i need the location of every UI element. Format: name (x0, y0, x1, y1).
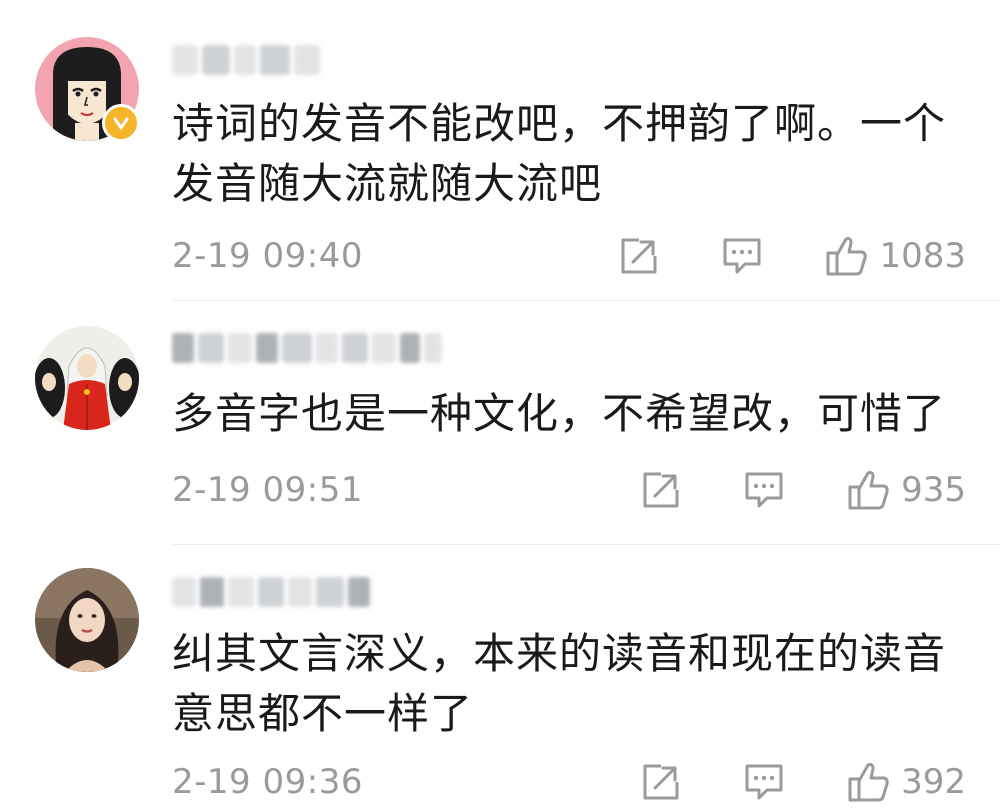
share-icon[interactable] (641, 762, 681, 802)
avatar[interactable] (35, 568, 139, 672)
woman-photo-avatar-icon (35, 568, 139, 672)
thumbs-up-icon[interactable] (847, 760, 891, 804)
username-blurred[interactable] (172, 330, 442, 366)
share-icon[interactable] (619, 236, 659, 276)
comment-icon[interactable] (743, 762, 785, 802)
comment-item: 多音字也是一种文化，不希望改，可惜了 2-19 09:51 935 (0, 300, 1000, 554)
comment-text: 纠其文言深义，本来的读音和现在的读音意思都不一样了 (172, 629, 947, 738)
comment-icon[interactable] (721, 236, 763, 276)
like-count: 1083 (879, 236, 966, 276)
comment-meta: 2-19 09:36 392 (172, 760, 966, 804)
action-bar: 392 (641, 760, 966, 804)
avatar[interactable] (35, 326, 139, 430)
comment-meta: 2-19 09:51 935 (172, 468, 966, 512)
action-bar: 935 (641, 468, 966, 512)
username-blurred[interactable] (172, 574, 370, 610)
comment-item: 诗词的发音不能改吧，不押韵了啊。一个发音随大流就随大流吧 2-19 09:40 (0, 0, 1000, 300)
thumbs-up-icon[interactable] (847, 468, 891, 512)
timestamp: 2-19 09:51 (172, 470, 363, 510)
verified-badge-icon (102, 104, 140, 142)
comment-icon[interactable] (743, 470, 785, 510)
comment-text: 多音字也是一种文化，不希望改，可惜了 (172, 389, 947, 438)
comment-text: 诗词的发音不能改吧，不押韵了啊。一个发音随大流就随大流吧 (172, 99, 947, 208)
like-count: 392 (901, 762, 966, 802)
like-count: 935 (901, 470, 966, 510)
timestamp: 2-19 09:40 (172, 236, 363, 276)
timestamp: 2-19 09:36 (172, 762, 363, 802)
username-blurred[interactable] (172, 42, 320, 78)
thumbs-up-icon[interactable] (825, 234, 869, 278)
share-icon[interactable] (641, 470, 681, 510)
comment-item: 纠其文言深义，本来的读音和现在的读音意思都不一样了 2-19 09:36 392 (0, 544, 1000, 810)
action-bar: 1083 (619, 234, 966, 278)
anime-characters-avatar-icon (35, 326, 139, 430)
comment-meta: 2-19 09:40 1083 (172, 234, 966, 278)
